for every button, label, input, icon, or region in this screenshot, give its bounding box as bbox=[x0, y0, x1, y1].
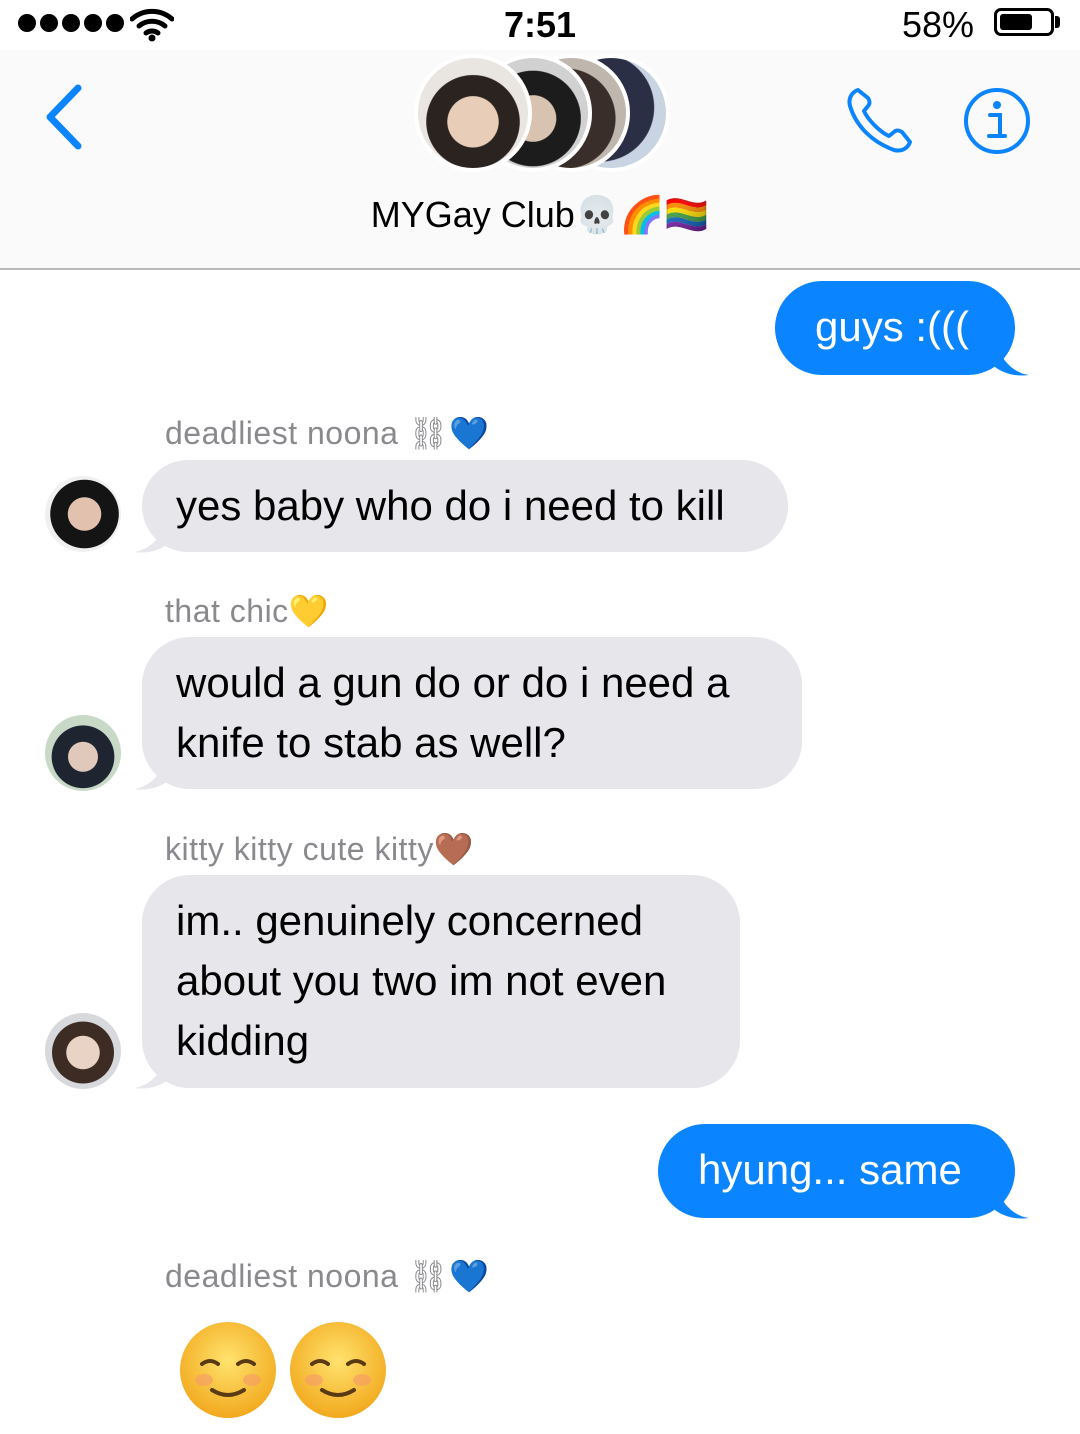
battery-percent: 58% bbox=[901, 4, 974, 45]
smiling-face-icon bbox=[180, 1322, 276, 1418]
outgoing-message[interactable]: guys :((( bbox=[775, 281, 1015, 375]
group-avatar-stack[interactable] bbox=[414, 54, 670, 174]
outgoing-message[interactable]: hyung... same bbox=[658, 1124, 1015, 1218]
battery-icon bbox=[994, 8, 1054, 36]
incoming-message[interactable]: yes baby who do i need to kill bbox=[142, 460, 788, 552]
sender-name: that chic💛 bbox=[165, 593, 330, 629]
status-bar: 7:51 58% bbox=[0, 0, 1080, 50]
group-title[interactable]: MYGay Club💀🌈🏳️‍🌈 bbox=[0, 194, 1080, 236]
sender-name: deadliest noona ⛓💙 bbox=[165, 415, 490, 451]
sender-name: kitty kitty cute kitty🤎 bbox=[165, 831, 475, 867]
message-text: guys :((( bbox=[815, 303, 970, 350]
message-text: yes baby who do i need to kill bbox=[176, 482, 725, 529]
message-text: im.. genuinely concerned about you two i… bbox=[176, 897, 667, 1064]
conversation-header: MYGay Club💀🌈🏳️‍🌈 bbox=[0, 50, 1080, 270]
chevron-left-icon[interactable] bbox=[40, 82, 90, 152]
message-text: would a gun do or do i need a knife to s… bbox=[176, 659, 730, 766]
bubble-tail bbox=[134, 751, 168, 790]
incoming-message[interactable]: im.. genuinely concerned about you two i… bbox=[142, 875, 740, 1088]
info-icon[interactable] bbox=[962, 86, 1032, 156]
smiling-face-icon bbox=[290, 1322, 386, 1418]
avatar bbox=[414, 54, 532, 172]
bubble-tail bbox=[995, 337, 1029, 376]
phone-icon[interactable] bbox=[844, 84, 916, 156]
bubble-tail bbox=[995, 1180, 1029, 1219]
avatar[interactable] bbox=[45, 476, 121, 552]
avatar[interactable] bbox=[45, 715, 121, 791]
avatar[interactable] bbox=[45, 1013, 121, 1089]
bubble-tail bbox=[134, 514, 168, 553]
incoming-message[interactable]: would a gun do or do i need a knife to s… bbox=[142, 637, 802, 789]
message-text: hyung... same bbox=[698, 1146, 962, 1193]
sender-name: deadliest noona ⛓💙 bbox=[165, 1258, 490, 1294]
bubble-tail bbox=[134, 1050, 168, 1089]
emoji-message[interactable]: ☺️☺️ bbox=[178, 1320, 388, 1420]
battery-tip bbox=[1055, 16, 1060, 28]
